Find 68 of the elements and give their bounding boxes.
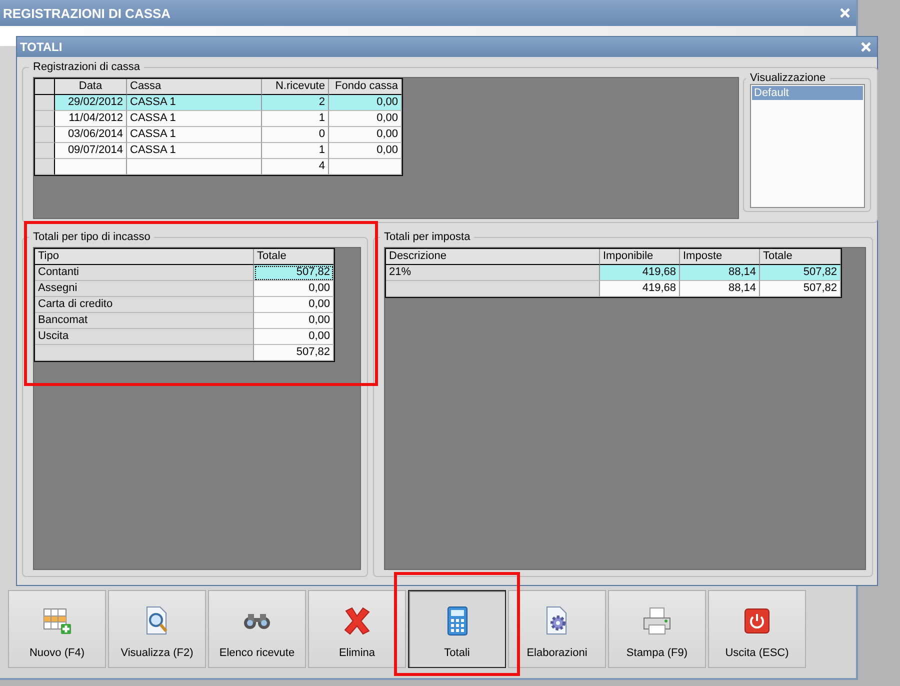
column-header[interactable]: N.ricevute (262, 79, 329, 95)
table-cell: 88,14 (680, 265, 760, 281)
table-cell: 2 (262, 95, 329, 111)
table-cell: 507,82 (760, 265, 841, 281)
table-cell: Bancomat (35, 313, 254, 329)
column-header[interactable]: Data (55, 79, 127, 95)
table-cell: CASSA 1 (127, 95, 262, 111)
column-header[interactable]: Fondo cassa (329, 79, 402, 95)
close-icon[interactable] (861, 42, 871, 52)
table-cell: CASSA 1 (127, 143, 262, 159)
printer-icon (641, 605, 673, 637)
group-title: Registrazioni di cassa (32, 61, 141, 73)
table-cell: Carta di credito (35, 297, 254, 313)
toolbar-button[interactable]: Elenco ricevute (208, 590, 306, 668)
close-icon[interactable] (840, 8, 850, 18)
table-cell: Uscita (35, 329, 254, 345)
toolbar-button[interactable]: Elimina (308, 590, 406, 668)
table-cell: CASSA 1 (127, 111, 262, 127)
column-header[interactable]: Tipo (35, 249, 254, 265)
table-cell: 0,00 (329, 95, 402, 111)
group-title: Totali per imposta (383, 231, 472, 243)
row-header[interactable] (35, 111, 55, 127)
table-cell: 11/04/2012 (55, 111, 127, 127)
row-header[interactable] (35, 127, 55, 143)
toolbar-button[interactable]: Stampa (F9) (608, 590, 706, 668)
toolbar-button[interactable]: Totali (408, 590, 506, 668)
table-cell: 21% (386, 265, 600, 281)
table-cell: Contanti (35, 265, 254, 281)
column-header[interactable]: Cassa (127, 79, 262, 95)
dialog-title: TOTALI (20, 40, 62, 54)
row-header[interactable] (35, 95, 55, 111)
row-header[interactable] (35, 159, 55, 175)
row-header[interactable] (35, 79, 55, 95)
table-cell: Assegni (35, 281, 254, 297)
table-cell: 09/07/2014 (55, 143, 127, 159)
toolbar-button[interactable]: Uscita (ESC) (708, 590, 806, 668)
table-cell: 419,68 (600, 265, 680, 281)
toolbar-button[interactable]: Elaborazioni (508, 590, 606, 668)
table-cell: 0,00 (254, 329, 334, 345)
column-header[interactable]: Totale (254, 249, 334, 265)
table-cell: 88,14 (680, 281, 760, 297)
group-title: Totali per tipo di incasso (32, 231, 152, 243)
table-cell: 1 (262, 143, 329, 159)
table-cell: 1 (262, 111, 329, 127)
table-cell: 0,00 (254, 313, 334, 329)
table-cell: 507,82 (760, 281, 841, 297)
table-cell: 0,00 (329, 127, 402, 143)
group-title: Visualizzazione (749, 72, 827, 84)
window-title: REGISTRAZIONI DI CASSA (3, 6, 171, 20)
table-cell: 419,68 (600, 281, 680, 297)
table-cell: 0,00 (329, 111, 402, 127)
table-cell: 4 (262, 159, 329, 175)
table-cell: 0,00 (254, 281, 334, 297)
column-header[interactable]: Imponibile (600, 249, 680, 265)
table-cell: 0,00 (329, 143, 402, 159)
table-cell: 507,82 (254, 265, 334, 281)
column-header[interactable]: Totale (760, 249, 841, 265)
table-cell: 0,00 (254, 297, 334, 313)
table-cell: CASSA 1 (127, 127, 262, 143)
toolbar-button[interactable]: Nuovo (F4) (8, 590, 106, 668)
table-cell: 03/06/2014 (55, 127, 127, 143)
table-cell: 507,82 (254, 345, 334, 361)
column-header[interactable]: Descrizione (386, 249, 600, 265)
table-cell: 29/02/2012 (55, 95, 127, 111)
table-cell: 0 (262, 127, 329, 143)
toolbar-button[interactable]: Visualizza (F2) (108, 590, 206, 668)
row-header[interactable] (35, 143, 55, 159)
column-header[interactable]: Imposte (680, 249, 760, 265)
